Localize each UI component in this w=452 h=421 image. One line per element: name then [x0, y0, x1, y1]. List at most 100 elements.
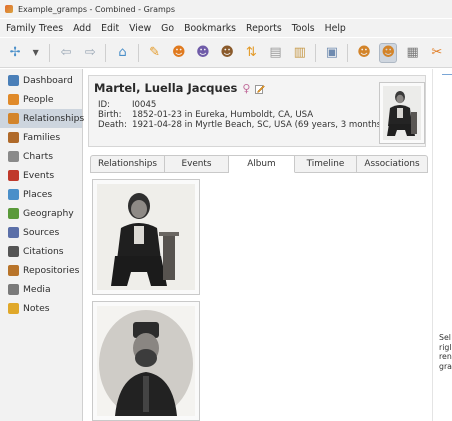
menu-help[interactable]: Help: [325, 23, 346, 34]
toolbar-separator: [314, 43, 316, 62]
hint-line: Sel: [439, 333, 451, 342]
toolbar-separator: [49, 43, 51, 62]
person-birth-row: Birth: 1852-01-23 in Eureka, Humboldt, C…: [98, 110, 313, 120]
clipboard-icon[interactable]: ▤: [266, 43, 284, 63]
toolbar-separator: [137, 43, 139, 62]
add-person-icon[interactable]: ☻: [170, 43, 188, 63]
sidebar-item-repositories[interactable]: Repositories: [0, 261, 82, 280]
back-arrow-icon[interactable]: ⇦: [57, 43, 75, 63]
tab-events[interactable]: Events: [165, 155, 229, 173]
sidebar-item-label: Citations: [23, 246, 64, 257]
bottombar-edge: [442, 69, 452, 75]
sort-icon[interactable]: ⇅: [242, 43, 260, 63]
relationships-view: Martel, Luella Jacques ♀ ID: I0045 Birth…: [84, 69, 432, 421]
person-death: 1921-04-28 in Myrtle Beach, SC, USA (69 …: [132, 120, 385, 130]
menu-bookmarks[interactable]: Bookmarks: [184, 23, 236, 34]
sidebar-item-families[interactable]: Families: [0, 128, 82, 147]
sources-icon: [8, 227, 19, 238]
people-icon: [8, 94, 19, 105]
pane-divider[interactable]: [432, 69, 433, 421]
dropdown-arrow-icon[interactable]: ▼: [30, 43, 41, 63]
person-name: Martel, Luella Jacques: [94, 81, 238, 95]
sidebar-item-label: People: [23, 94, 54, 105]
merge-people-icon[interactable]: ☻: [218, 43, 236, 63]
tree-view-icon[interactable]: ✢: [6, 43, 24, 63]
tab-album[interactable]: Album: [229, 155, 295, 173]
toolbar-separator: [346, 43, 348, 62]
families-icon: [8, 132, 19, 143]
sidebar-item-dashboard[interactable]: Dashboard: [0, 71, 82, 90]
toolbar-separator: [105, 43, 107, 62]
sidebar-item-charts[interactable]: Charts: [0, 147, 82, 166]
sidebar-item-label: Notes: [23, 303, 50, 314]
sidebar-item-media[interactable]: Media: [0, 280, 82, 299]
menu-bar: Family Trees Add Edit View Go Bookmarks …: [0, 19, 452, 37]
sidebar-item-label: Relationships: [23, 113, 85, 124]
menu-edit[interactable]: Edit: [101, 23, 119, 34]
oval-man-portrait-icon: [97, 306, 195, 416]
scissors-icon[interactable]: ✂: [428, 43, 446, 63]
person-id: I0045: [132, 100, 157, 110]
sidebar-item-places[interactable]: Places: [0, 185, 82, 204]
sidebar-item-citations[interactable]: Citations: [0, 242, 82, 261]
sidebar-item-geography[interactable]: Geography: [0, 204, 82, 223]
menu-add[interactable]: Add: [73, 23, 91, 34]
gramps-logo-icon: [4, 4, 14, 14]
edit-person-icon[interactable]: [255, 83, 266, 94]
dashboard-icon: [8, 75, 19, 86]
tab-associations[interactable]: Associations: [357, 155, 428, 173]
main-toolbar: ✢ ▼ ⇦ ⇨ ⌂ ✎ ☻ ☻ ☻ ⇅ ▤ ▥ ▣ ☻ ☻ ▦ ✂: [0, 38, 452, 68]
sidebar-item-label: Sources: [23, 227, 60, 238]
hint-line: ren: [439, 352, 452, 361]
tab-relationships[interactable]: Relationships: [90, 155, 165, 173]
sidebar-item-label: Geography: [23, 208, 74, 219]
sidebar-item-label: Media: [23, 284, 51, 295]
sidebar-item-people[interactable]: People: [0, 90, 82, 109]
forward-arrow-icon[interactable]: ⇨: [81, 43, 99, 63]
birth-label: Birth:: [98, 110, 122, 120]
window-titlebar: Example_gramps - Combined - Gramps: [0, 0, 452, 18]
person-portrait-thumbnail[interactable]: [379, 82, 425, 144]
menu-reports[interactable]: Reports: [246, 23, 282, 34]
edit-person-icon[interactable]: ✎: [145, 43, 163, 63]
menu-go[interactable]: Go: [161, 23, 174, 34]
album-photo-2[interactable]: [92, 301, 200, 421]
media-icon: [8, 284, 19, 295]
report-icon[interactable]: ▣: [323, 43, 341, 63]
repositories-icon: [8, 265, 19, 276]
death-label: Death:: [98, 120, 127, 130]
sidebar-item-notes[interactable]: Notes: [0, 299, 82, 318]
notes-clipboard-icon[interactable]: ▥: [291, 43, 309, 63]
charts-icon: [8, 151, 19, 162]
sidebar-item-label: Repositories: [23, 265, 80, 276]
sidebar-item-relationships[interactable]: Relationships: [0, 109, 85, 128]
person-birth: 1852-01-23 in Eureka, Humboldt, CA, USA: [132, 110, 314, 120]
sidebar-item-sources[interactable]: Sources: [0, 223, 82, 242]
relationships-icon: [8, 113, 19, 124]
family-view-icon[interactable]: ☻: [355, 43, 373, 63]
print-icon[interactable]: ▦: [403, 43, 421, 63]
menu-view[interactable]: View: [129, 23, 151, 34]
add-family-icon[interactable]: ☻: [194, 43, 212, 63]
home-icon[interactable]: ⌂: [113, 43, 131, 63]
menu-family-trees[interactable]: Family Trees: [6, 23, 63, 34]
notes-icon: [8, 303, 19, 314]
seated-man-photo-icon: [383, 86, 421, 140]
album-photo-1[interactable]: [92, 179, 200, 295]
window-title: Example_gramps - Combined - Gramps: [18, 4, 176, 14]
tab-timeline[interactable]: Timeline: [295, 155, 357, 173]
menu-tools[interactable]: Tools: [292, 23, 315, 34]
places-icon: [8, 189, 19, 200]
sidebar-item-events[interactable]: Events: [0, 166, 82, 185]
person-death-row: Death: 1921-04-28 in Myrtle Beach, SC, U…: [98, 120, 385, 130]
sidebar-gramplet-hint: Sel rigl ren gra: [439, 333, 452, 371]
sidebar-item-label: Places: [23, 189, 53, 200]
navigator-sidebar: Dashboard People Relationships Families Char…: [0, 69, 85, 421]
seated-man-portrait-icon: [97, 184, 195, 290]
person-tabs: Relationships Events Album Timeline Associat…: [90, 155, 428, 173]
person-header: Martel, Luella Jacques ♀ ID: I0045 Birth…: [88, 75, 426, 147]
sidebar-item-label: Families: [23, 132, 61, 143]
relationship-view-icon[interactable]: ☻: [379, 42, 398, 63]
sidebar-item-label: Events: [23, 170, 55, 181]
hint-line: rigl: [439, 342, 452, 352]
